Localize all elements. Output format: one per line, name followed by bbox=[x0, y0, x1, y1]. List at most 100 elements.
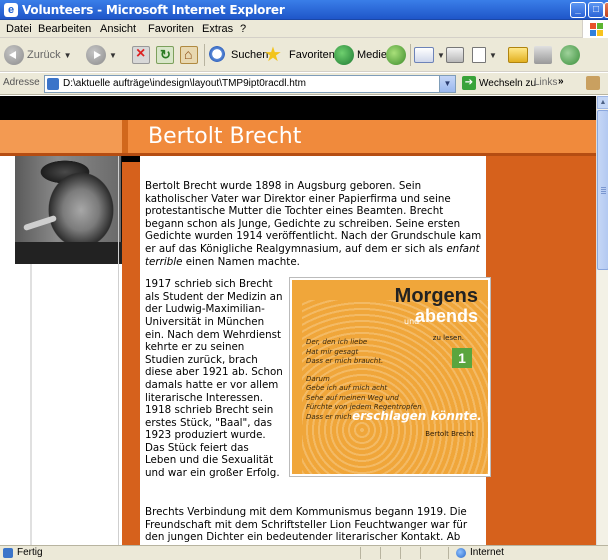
poster-title: Morgens bbox=[394, 285, 478, 308]
header-band: Bertolt Brecht bbox=[0, 120, 596, 153]
mail-button[interactable]: ▼ bbox=[414, 42, 445, 68]
poster-author: Bertolt Brecht bbox=[425, 430, 474, 439]
verse-line: Sehe auf meinen Weg und bbox=[306, 393, 399, 402]
title-bar: e Volunteers - Microsoft Internet Explor… bbox=[0, 0, 608, 20]
print-button[interactable] bbox=[446, 42, 464, 68]
extension-icon[interactable] bbox=[586, 76, 600, 90]
address-input[interactable]: D:\aktuelle aufträge\indesign\layout\TMP… bbox=[44, 75, 456, 93]
status-divider bbox=[360, 547, 361, 559]
verse-line: Darum bbox=[306, 374, 330, 383]
star-icon: ★ bbox=[264, 44, 282, 66]
left-rule bbox=[30, 264, 32, 545]
messenger-icon bbox=[560, 45, 580, 65]
menu-favoriten[interactable]: Favoriten bbox=[148, 23, 194, 35]
menu-bearbeiten[interactable]: Bearbeiten bbox=[38, 23, 91, 35]
menu-bar: Datei Bearbeiten Ansicht Favoriten Extra… bbox=[0, 20, 608, 38]
globe-icon bbox=[456, 548, 466, 558]
window-title: Volunteers - Microsoft Internet Explorer bbox=[22, 3, 285, 17]
home-button[interactable] bbox=[180, 42, 198, 68]
paragraph-2-block: 1917 schrieb sich Brecht als Student der… bbox=[145, 277, 491, 498]
search-label: Suchen bbox=[231, 49, 269, 61]
go-arrow-icon: ➔ bbox=[462, 76, 476, 90]
status-divider bbox=[448, 547, 449, 559]
search-icon bbox=[208, 45, 228, 65]
messenger-button[interactable] bbox=[560, 42, 580, 68]
ie-icon: e bbox=[4, 3, 18, 17]
menu-extras[interactable]: Extras bbox=[202, 23, 233, 35]
paragraph-2: 1917 schrieb sich Brecht als Student der… bbox=[145, 278, 283, 480]
back-button[interactable]: Zurück ▼ bbox=[4, 42, 72, 68]
address-label: Adresse bbox=[3, 77, 40, 88]
forward-button[interactable]: ▼ bbox=[86, 42, 117, 68]
home-icon bbox=[180, 46, 198, 64]
verse-line: Gebe ich auf mich acht bbox=[306, 384, 388, 393]
menu-ansicht[interactable]: Ansicht bbox=[100, 23, 136, 35]
page-icon bbox=[47, 78, 59, 90]
left-rule bbox=[118, 156, 119, 545]
menu-datei[interactable]: Datei bbox=[6, 23, 32, 35]
back-arrow-icon bbox=[4, 45, 24, 65]
poster-image: Morgens und abends zu lesen. 1 Der, den … bbox=[289, 277, 491, 478]
status-text: Fertig bbox=[17, 547, 43, 558]
right-orange-column bbox=[486, 156, 596, 545]
scroll-up-button[interactable]: ▲ bbox=[597, 96, 608, 109]
toolbar: Zurück ▼ ▼ Suchen ★ Favoriten Medien ▼ ▼ bbox=[0, 38, 608, 72]
stop-icon bbox=[132, 45, 150, 64]
verse-line: Hat mir gesagt bbox=[306, 347, 359, 356]
page-icon bbox=[3, 548, 13, 558]
security-zone: Internet bbox=[470, 547, 504, 558]
brecht-portrait bbox=[15, 156, 122, 264]
page-title: Bertolt Brecht bbox=[148, 124, 302, 149]
favorites-button[interactable]: ★ Favoriten bbox=[264, 42, 335, 68]
research-button[interactable] bbox=[534, 42, 552, 68]
go-label: Wechseln zu bbox=[479, 77, 537, 89]
chevron-down-icon[interactable]: ▼ bbox=[439, 76, 455, 92]
vertical-scrollbar[interactable]: ▲ bbox=[596, 96, 608, 545]
portrait-coat bbox=[15, 242, 122, 264]
verse-line: Der, den ich liebe bbox=[306, 338, 368, 347]
status-bar: Fertig Internet bbox=[0, 545, 608, 560]
status-divider bbox=[380, 547, 381, 559]
page-viewport: Bertolt Brecht Bertolt Brecht wurde 1898… bbox=[0, 96, 596, 545]
folder-button[interactable] bbox=[508, 42, 528, 68]
stop-button[interactable] bbox=[132, 42, 150, 68]
history-button[interactable] bbox=[386, 42, 406, 68]
chevron-down-icon: ▼ bbox=[109, 50, 117, 60]
back-label: Zurück bbox=[27, 49, 61, 61]
column-cap bbox=[122, 156, 140, 162]
verse-line: Dass er mich braucht. bbox=[306, 357, 384, 366]
forward-arrow-icon bbox=[86, 45, 106, 65]
article: Bertolt Brecht wurde 1898 in Augsburg ge… bbox=[140, 156, 491, 545]
edit-button[interactable]: ▼ bbox=[472, 42, 497, 68]
address-url: D:\aktuelle aufträge\indesign\layout\TMP… bbox=[63, 78, 306, 89]
favorites-label: Favoriten bbox=[289, 49, 335, 61]
scroll-thumb[interactable] bbox=[597, 110, 608, 270]
printer-icon bbox=[446, 47, 464, 63]
research-icon bbox=[534, 46, 552, 64]
menu-help[interactable]: ? bbox=[240, 23, 246, 35]
page-top-band bbox=[0, 96, 596, 120]
header-left-cell bbox=[0, 120, 122, 153]
chevron-down-icon: ▼ bbox=[437, 50, 445, 60]
poster-number-badge: 1 bbox=[452, 348, 472, 369]
paragraph-1: Bertolt Brecht wurde 1898 in Augsburg ge… bbox=[145, 180, 482, 268]
portrait-cigar bbox=[22, 214, 58, 232]
close-button[interactable] bbox=[604, 2, 608, 18]
refresh-button[interactable] bbox=[156, 42, 174, 68]
links-more-button[interactable]: » bbox=[558, 76, 564, 87]
paragraph-1-end: einen Namen machte. bbox=[185, 255, 300, 268]
mail-icon bbox=[414, 47, 434, 63]
left-orange-column bbox=[122, 156, 140, 545]
history-icon bbox=[386, 45, 406, 65]
chevron-down-icon: ▼ bbox=[63, 50, 72, 60]
status-divider bbox=[420, 547, 421, 559]
grip-icon bbox=[601, 187, 606, 188]
go-button[interactable]: ➔ Wechseln zu bbox=[462, 76, 536, 90]
search-button[interactable]: Suchen bbox=[208, 42, 268, 68]
header-divider bbox=[122, 120, 128, 153]
media-button[interactable]: Medien bbox=[334, 42, 393, 68]
edit-icon bbox=[472, 47, 486, 63]
minimize-button[interactable]: _ bbox=[570, 2, 586, 18]
maximize-button[interactable]: □ bbox=[588, 2, 604, 18]
links-label[interactable]: Links bbox=[534, 77, 557, 88]
